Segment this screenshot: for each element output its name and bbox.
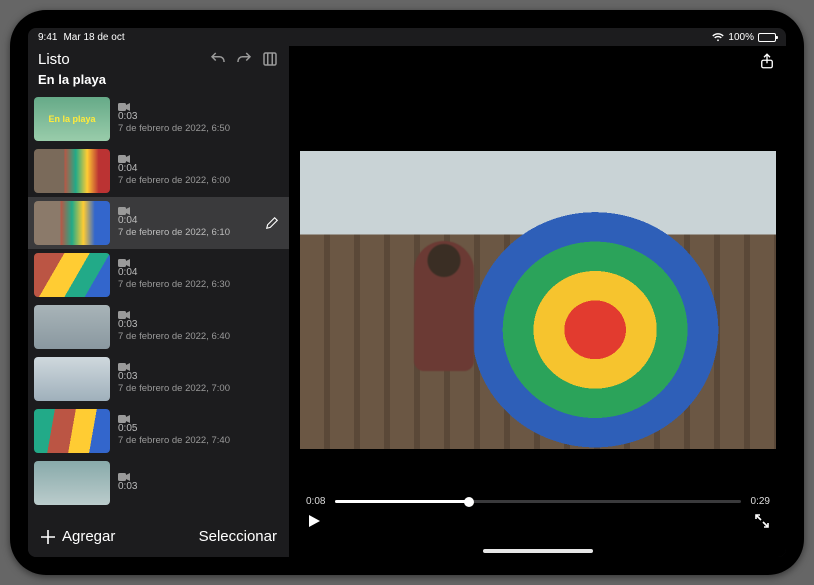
project-settings-icon[interactable] [261,50,279,68]
back-button[interactable]: Listo [38,51,70,68]
clip-meta: 0:03 [118,473,137,493]
total-time: 0:29 [751,496,770,507]
clip-row[interactable]: 0:037 de febrero de 2022, 6:40 [28,301,289,353]
clip-duration: 0:03 [118,371,230,383]
clip-sidebar: Listo En la playa En la playa0:037 de fe… [28,46,290,557]
video-icon [118,207,130,215]
clip-thumbnail [34,149,110,193]
project-title: En la playa [28,70,289,93]
clip-row[interactable]: 0:047 de febrero de 2022, 6:00 [28,145,289,197]
edit-icon[interactable] [265,216,279,230]
clip-row[interactable]: 0:057 de febrero de 2022, 7:40 [28,405,289,457]
clip-meta: 0:047 de febrero de 2022, 6:00 [118,155,230,186]
clip-thumbnail [34,253,110,297]
video-icon [118,311,130,319]
clip-row[interactable]: 0:047 de febrero de 2022, 6:10 [28,197,289,249]
clip-date: 7 de febrero de 2022, 6:50 [118,123,230,134]
select-button[interactable]: Seleccionar [199,528,277,545]
home-indicator [483,549,593,553]
clip-date: 7 de febrero de 2022, 7:40 [118,435,230,446]
clip-date: 7 de febrero de 2022, 6:00 [118,175,230,186]
clip-meta: 0:057 de febrero de 2022, 7:40 [118,415,230,446]
play-icon[interactable] [306,513,322,529]
clip-list: En la playa0:037 de febrero de 2022, 6:5… [28,93,289,518]
wifi-icon [712,33,724,42]
clip-duration: 0:04 [118,267,230,279]
clip-duration: 0:03 [118,111,230,123]
clip-row[interactable]: 0:037 de febrero de 2022, 7:00 [28,353,289,405]
clip-date: 7 de febrero de 2022, 7:00 [118,383,230,394]
undo-icon[interactable] [209,50,227,68]
status-time: 9:41 [38,32,57,43]
clip-thumbnail [34,305,110,349]
battery-icon [758,33,776,42]
status-date: Mar 18 de oct [63,32,124,43]
preview-pane: 0:08 0:29 [290,46,786,557]
clip-date: 7 de febrero de 2022, 6:40 [118,331,230,342]
clip-meta: 0:037 de febrero de 2022, 7:00 [118,363,230,394]
video-icon [118,103,130,111]
scrubber-track[interactable] [335,500,740,503]
clip-meta: 0:037 de febrero de 2022, 6:40 [118,311,230,342]
clip-duration: 0:04 [118,215,230,227]
add-button[interactable]: Agregar [62,528,115,545]
current-time: 0:08 [306,496,325,507]
clip-meta: 0:037 de febrero de 2022, 6:50 [118,103,230,134]
clip-duration: 0:04 [118,163,230,175]
redo-icon[interactable] [235,50,253,68]
share-icon[interactable] [758,52,776,70]
clip-thumbnail [34,201,110,245]
video-icon [118,363,130,371]
battery-percent: 100% [728,32,754,43]
clip-meta: 0:047 de febrero de 2022, 6:30 [118,259,230,290]
clip-date: 7 de febrero de 2022, 6:30 [118,279,230,290]
clip-thumbnail [34,409,110,453]
timeline[interactable]: 0:08 0:29 [306,496,770,507]
clip-thumbnail [34,461,110,505]
status-bar: 9:41 Mar 18 de oct 100% [28,28,786,46]
scrubber-knob[interactable] [464,497,474,507]
clip-row[interactable]: En la playa 0:037 de febrero de 2022, 6:5… [28,93,289,145]
video-icon [118,415,130,423]
fullscreen-icon[interactable] [754,513,770,529]
clip-thumbnail: En la playa [34,97,110,141]
video-icon [118,155,130,163]
clip-row[interactable]: 0:03 [28,457,289,509]
clip-row[interactable]: 0:047 de febrero de 2022, 6:30 [28,249,289,301]
clip-duration: 0:03 [118,319,230,331]
video-preview[interactable] [300,151,776,449]
plus-icon [40,529,56,545]
clip-duration: 0:05 [118,423,230,435]
clip-meta: 0:047 de febrero de 2022, 6:10 [118,207,230,238]
video-icon [118,259,130,267]
clip-duration: 0:03 [118,481,137,493]
video-icon [118,473,130,481]
clip-thumbnail [34,357,110,401]
clip-date: 7 de febrero de 2022, 6:10 [118,227,230,238]
